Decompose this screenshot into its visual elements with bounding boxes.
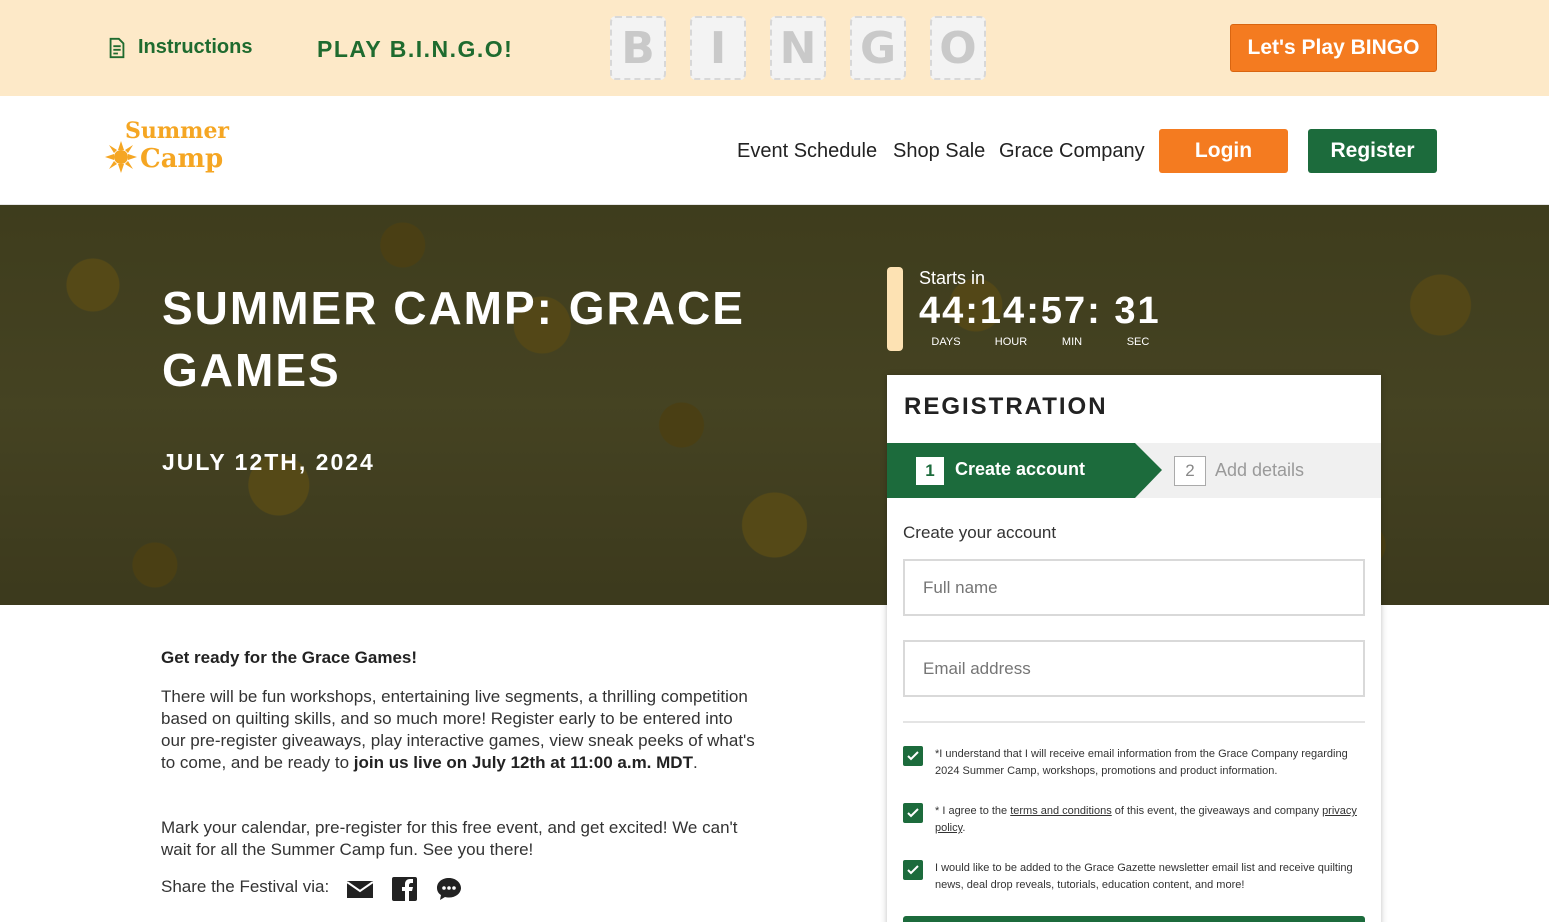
- event-date: JULY 12TH, 2024: [162, 449, 375, 475]
- checkmark-icon: [907, 751, 919, 761]
- checkmark-icon: [907, 865, 919, 875]
- step-create-account[interactable]: 1 Create account: [887, 443, 1162, 498]
- step2-label[interactable]: Add details: [1215, 460, 1304, 481]
- consent-email-text: *I understand that I will receive email …: [935, 748, 1348, 777]
- form-divider: [903, 721, 1365, 723]
- checkmark-icon: [907, 808, 919, 818]
- consent-terms-text: * I agree to the terms and conditions of…: [935, 803, 1360, 837]
- email-share-icon[interactable]: [346, 876, 374, 902]
- consent-terms-post: .: [962, 822, 966, 834]
- register-button[interactable]: Register: [1308, 129, 1437, 173]
- play-bingo-button[interactable]: Let's Play BINGO: [1230, 24, 1437, 72]
- consent-email-checkbox[interactable]: [903, 746, 923, 766]
- consent-terms-mid: of this event, the giveaways and company: [1111, 805, 1323, 817]
- registration-card: REGISTRATION 1 Create account 2 Add deta…: [887, 375, 1381, 922]
- intro-paragraph-end: .: [692, 753, 698, 772]
- registration-steps: 1 Create account 2 Add details: [887, 443, 1381, 498]
- facebook-share-icon[interactable]: [391, 876, 419, 902]
- bingo-tile-o: O: [930, 16, 986, 80]
- step1-number: 1: [915, 456, 945, 486]
- create-account-subtitle: Create your account: [903, 523, 1057, 542]
- login-button[interactable]: Login: [1159, 129, 1288, 173]
- countdown-label: Starts in: [919, 268, 986, 288]
- step2-number: 2: [1174, 456, 1206, 486]
- registration-title: REGISTRATION: [904, 393, 1108, 420]
- message-share-icon[interactable]: [435, 876, 463, 902]
- terms-link[interactable]: terms and conditions: [1010, 805, 1112, 817]
- countdown-unit-sec: SEC: [1126, 336, 1150, 348]
- countdown-unit-hour: HOUR: [994, 336, 1028, 348]
- countdown-unit-min: MIN: [1061, 336, 1083, 348]
- consent-terms-checkbox[interactable]: [903, 803, 923, 823]
- bingo-tile-i: I: [690, 16, 746, 80]
- full-name-field[interactable]: [903, 559, 1365, 616]
- calendar-paragraph: Mark your calendar, pre-register for thi…: [161, 818, 738, 859]
- consent-terms-pre: * I agree to the: [935, 805, 1011, 817]
- nav-shop-sale[interactable]: Shop Sale: [893, 140, 985, 163]
- logo-text-summer: Summer: [125, 118, 230, 144]
- intro-paragraph-bold: join us live on July 12th at 11:00 a.m. …: [353, 753, 693, 772]
- instructions-link[interactable]: Instructions: [106, 36, 252, 59]
- bingo-tile-b: B: [610, 16, 666, 80]
- consent-newsletter-text: I would like to be added to the Grace Ga…: [935, 862, 1353, 891]
- logo-text-camp: Camp: [140, 144, 224, 174]
- summer-camp-logo[interactable]: Summer Camp: [104, 118, 229, 182]
- nav-grace-company[interactable]: Grace Company: [999, 140, 1145, 163]
- countdown-accent-bar: [887, 267, 903, 351]
- bingo-tile-n: N: [770, 16, 826, 80]
- event-title: SUMMER CAMP: GRACE GAMES: [162, 282, 745, 396]
- step1-label: Create account: [955, 459, 1086, 479]
- instructions-label: Instructions: [138, 36, 253, 58]
- bingo-tile-g: G: [850, 16, 906, 80]
- share-label: Share the Festival via:: [161, 877, 330, 896]
- sun-icon: [105, 141, 137, 173]
- nav-event-schedule[interactable]: Event Schedule: [737, 140, 877, 163]
- play-bingo-heading: PLAY B.I.N.G.O!: [317, 36, 514, 62]
- intro-paragraph: There will be fun workshops, entertainin…: [161, 686, 761, 774]
- bingo-bar: Instructions PLAY B.I.N.G.O! B I N G O L…: [0, 0, 1549, 96]
- consent-newsletter-checkbox[interactable]: [903, 860, 923, 880]
- registration-submit-button[interactable]: [903, 916, 1365, 922]
- intro-heading: Get ready for the Grace Games!: [161, 648, 418, 667]
- email-field[interactable]: [903, 640, 1365, 697]
- countdown-unit-days: DAYS: [931, 336, 961, 348]
- countdown-timer: 44:14:57: 31: [919, 290, 1161, 332]
- document-icon: [109, 37, 125, 58]
